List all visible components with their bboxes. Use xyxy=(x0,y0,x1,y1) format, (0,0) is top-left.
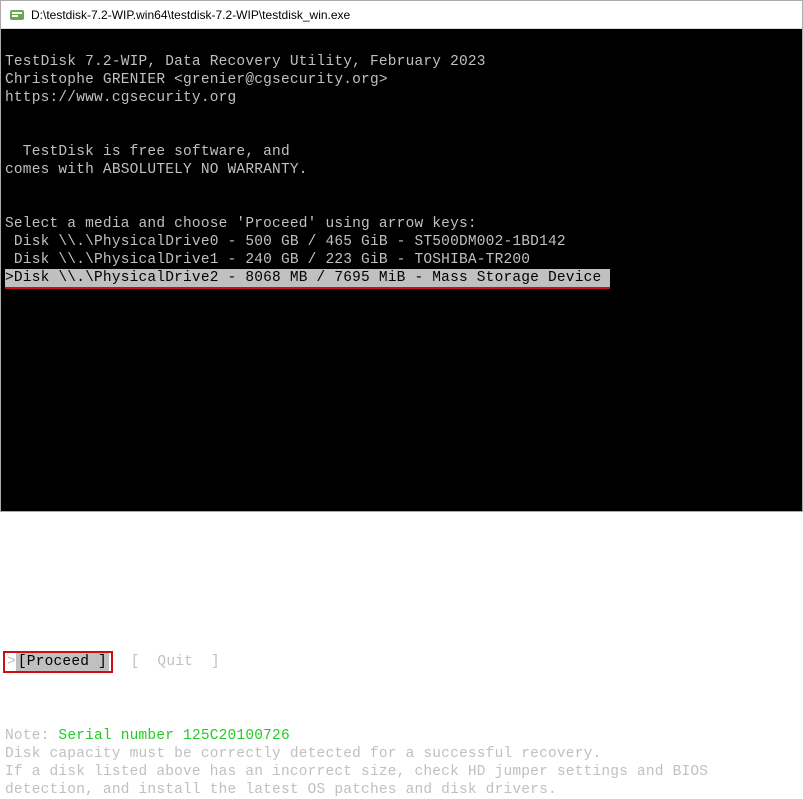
app-icon xyxy=(9,7,25,23)
header-line-1: TestDisk 7.2-WIP, Data Recovery Utility,… xyxy=(5,54,486,70)
disk-row-1[interactable]: Disk \\.\PhysicalDrive1 - 240 GB / 223 G… xyxy=(5,252,530,268)
disk-row-2-selected[interactable]: >Disk \\.\PhysicalDrive2 - 8068 MB / 769… xyxy=(5,269,610,287)
action-row: >[Proceed ] [ Quit ] xyxy=(5,651,798,673)
proceed-label: [Proceed ] xyxy=(16,653,109,671)
note-line: Note: Serial number 125C20100726 xyxy=(5,728,290,744)
serial-number: Serial number 125C20100726 xyxy=(58,728,289,744)
select-media-prompt: Select a media and choose 'Proceed' usin… xyxy=(5,216,477,232)
free-software-line-1: TestDisk is free software, and xyxy=(5,144,290,160)
window-title: D:\testdisk-7.2-WIP.win64\testdisk-7.2-W… xyxy=(31,8,350,22)
note-label: Note: xyxy=(5,728,58,744)
window-titlebar[interactable]: D:\testdisk-7.2-WIP.win64\testdisk-7.2-W… xyxy=(1,1,802,29)
terminal-area: TestDisk 7.2-WIP, Data Recovery Utility,… xyxy=(1,29,802,511)
free-software-line-2: comes with ABSOLUTELY NO WARRANTY. xyxy=(5,162,308,178)
note-detail-3: detection, and install the latest OS pat… xyxy=(5,782,557,798)
note-detail-1: Disk capacity must be correctly detected… xyxy=(5,746,601,762)
disk-row-0[interactable]: Disk \\.\PhysicalDrive0 - 500 GB / 465 G… xyxy=(5,234,566,250)
action-cursor: > xyxy=(7,654,16,670)
quit-button[interactable]: [ Quit ] xyxy=(113,654,220,670)
header-line-2: Christophe GRENIER <grenier@cgsecurity.o… xyxy=(5,72,388,88)
header-line-3: https://www.cgsecurity.org xyxy=(5,90,236,106)
proceed-button[interactable]: >[Proceed ] xyxy=(3,651,113,673)
note-detail-2: If a disk listed above has an incorrect … xyxy=(5,764,708,780)
